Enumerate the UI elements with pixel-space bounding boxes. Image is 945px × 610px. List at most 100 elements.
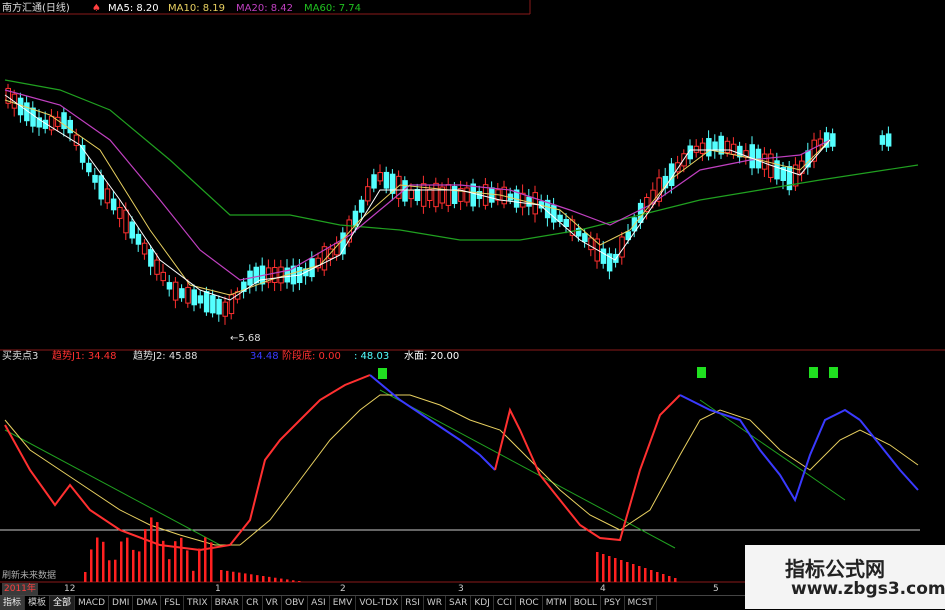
tab-psy[interactable]: PSY [601,596,625,610]
candle-body [414,189,421,201]
candle-body [110,198,117,211]
date-tick: 4 [600,584,606,594]
ma60-line [4,79,919,241]
candle-body [730,143,737,155]
candle-body [166,282,173,290]
candle-body [98,175,104,200]
indicator-bar [120,541,123,582]
tab-dma[interactable]: DMA [133,596,162,610]
tab-cci[interactable]: CCI [494,596,517,610]
buy-signal [829,367,838,378]
tab-模板[interactable]: 模板 [25,596,51,610]
blue-value-label: 34.48 [250,351,279,362]
tab-mtm[interactable]: MTM [543,596,571,610]
indicator-bar [232,571,235,582]
candle-body [427,189,433,201]
tab-vr[interactable]: VR [263,596,283,610]
tab-trix[interactable]: TRIX [184,596,212,610]
candle-body [278,266,284,284]
candle-body [451,186,458,204]
date-tick: 2 [340,584,346,594]
tab-全部[interactable]: 全部 [50,596,76,610]
moving-average-lines [4,79,919,301]
indicator-bar [662,574,665,582]
chart-canvas [0,0,945,583]
candle-body [365,186,371,202]
candle-body [216,298,222,315]
candlestick-series [5,83,892,325]
candle-body [67,119,73,134]
buy-signal-markers [378,367,838,379]
candle-body [191,289,197,306]
indicator-bar [238,572,241,582]
indicator-bar [226,570,229,582]
candle-body [222,301,228,317]
candle-body [92,174,98,183]
candle-body [210,295,216,314]
j1-label: 趋势J1: 34.48 [52,351,117,362]
candle-body [408,189,414,200]
candle-body [117,207,123,219]
indicator-bar [156,522,159,582]
tab-fsl[interactable]: FSL [161,596,184,610]
candle-body [693,145,700,153]
tab-roc[interactable]: ROC [516,596,543,610]
refresh-status: 刷新未来数据 [2,571,57,581]
j2-line [4,419,240,546]
candle-body [582,233,588,243]
water-level-label: 水面: 20.00 [404,351,460,362]
indicator-bar [96,537,99,582]
tab-asi[interactable]: ASI [308,596,330,610]
tab-dmi[interactable]: DMI [109,596,134,610]
indicator-bar [204,537,207,582]
indicator-bar [192,570,195,582]
tab-obv[interactable]: OBV [282,596,309,610]
candle-body [724,140,731,154]
tab-mcst[interactable]: MCST [625,596,657,610]
candle-body [135,233,142,245]
candle-body [197,295,204,304]
candle-body [377,172,383,182]
ma5-label: MA5: 8.20 [108,3,159,14]
indicator-bar [268,576,271,582]
candle-body [464,187,470,203]
candle-body [563,218,569,228]
indicator-bar [262,576,265,582]
j2-label: 趋势J2: 45.88 [133,351,198,362]
indicator-bar [84,572,87,582]
indicator-bar [614,558,617,582]
candle-body [786,166,793,191]
value2-label: : 48.03 [354,351,390,362]
indicator-bar [668,576,671,582]
indicator-bar [656,572,659,582]
ma-settings-icon[interactable]: ♠ [92,3,101,15]
candle-body [718,135,724,155]
indicator-bar [650,570,653,582]
indicator-bar [108,560,111,582]
j1-line [859,419,919,491]
tab-boll[interactable]: BOLL [571,596,601,610]
candle-body [148,249,154,267]
candle-body [203,291,210,313]
indicator-bar [90,549,93,582]
tab-emv[interactable]: EMV [330,596,357,610]
ma20-label: MA20: 8.42 [236,3,294,14]
tab-cr[interactable]: CR [243,596,263,610]
tab-sar[interactable]: SAR [446,596,472,610]
tab-vol-tdx[interactable]: VOL-TDX [356,596,403,610]
tab-brar[interactable]: BRAR [212,596,244,610]
indicator-bar [180,537,183,582]
candle-body [805,150,811,168]
buy-signal [378,368,387,379]
watermark: 指标公式网 www.zbgs3.com [745,545,945,609]
indicator-name[interactable]: 买卖点3 [2,351,38,363]
stock-title: 南方汇通(日线) [2,3,70,14]
tab-wr[interactable]: WR [424,596,447,610]
tab-kdj[interactable]: KDJ [471,596,494,610]
candle-body [699,142,706,154]
indicator-bars [84,517,677,582]
candle-body [272,267,278,283]
tab-rsi[interactable]: RSI [402,596,424,610]
tab-指标[interactable]: 指标 [0,596,26,610]
tab-macd[interactable]: MACD [75,596,110,610]
